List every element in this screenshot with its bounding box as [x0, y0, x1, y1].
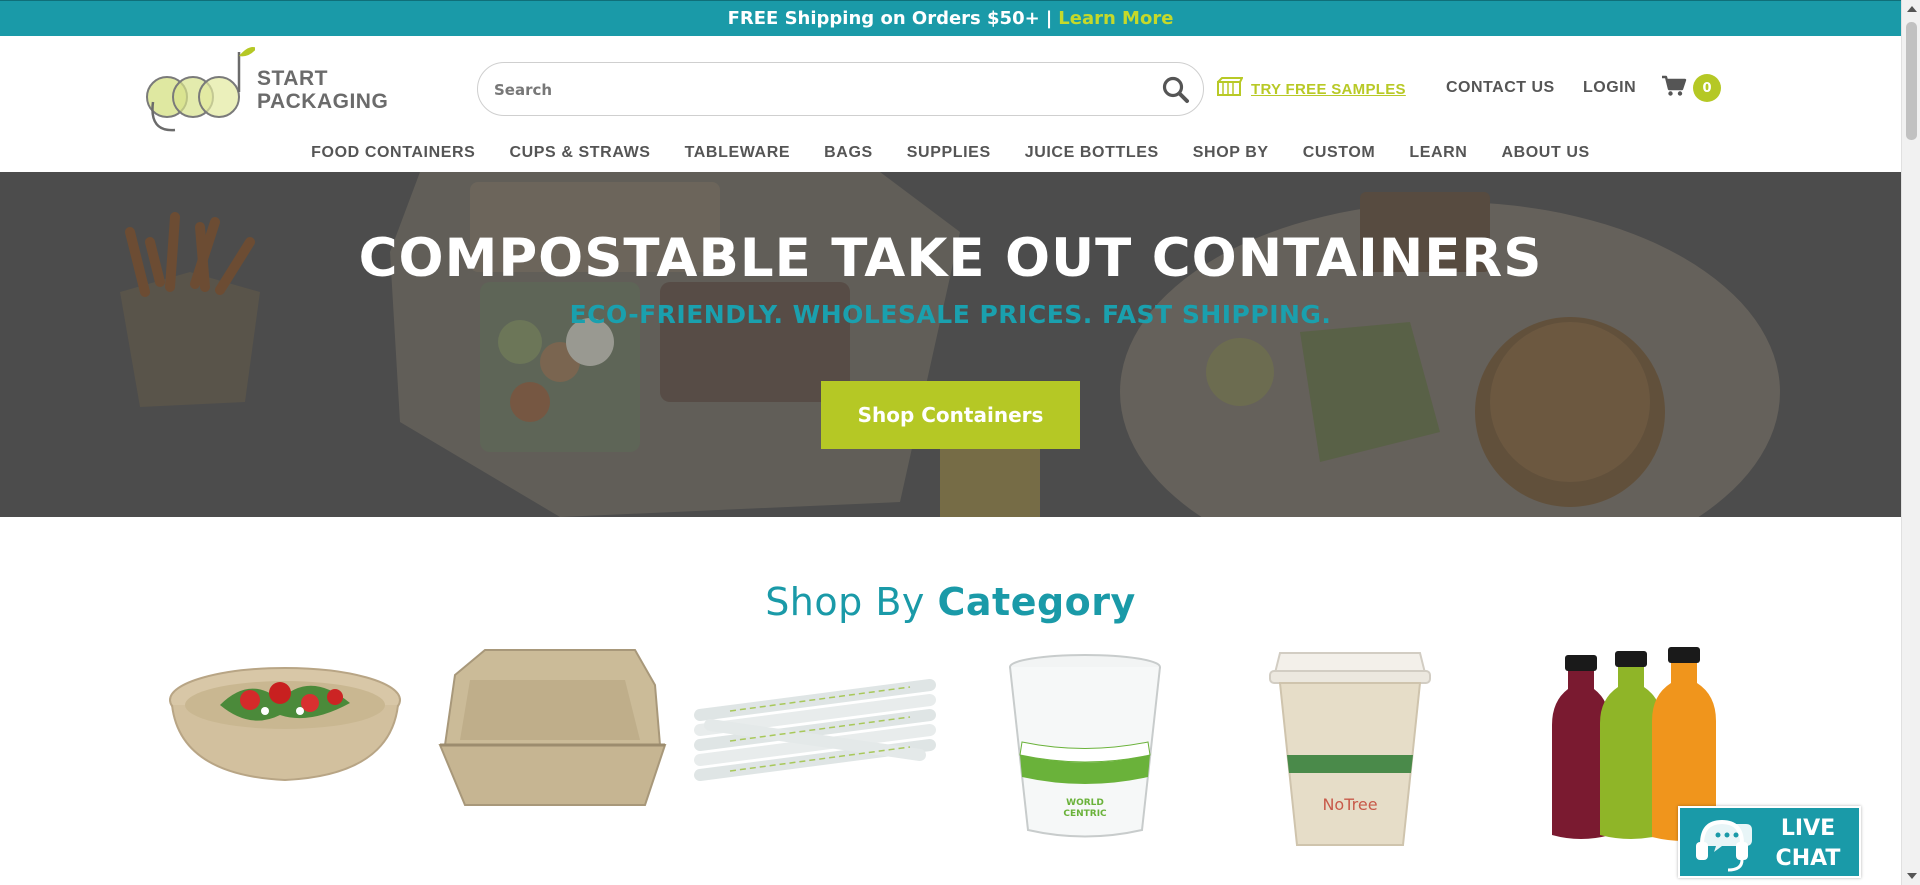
logo-line-start: START [257, 67, 328, 90]
nav-item-food-containers[interactable]: FOOD CONTAINERS [294, 144, 492, 172]
nav-item-tableware[interactable]: TABLEWARE [668, 144, 808, 172]
nav-item-juice-bottles[interactable]: JUICE BOTTLES [1008, 144, 1176, 172]
nav-item-cups-straws[interactable]: CUPS & STRAWS [492, 144, 667, 172]
hero-subtitle: ECO-FRIENDLY. WHOLESALE PRICES. FAST SHI… [569, 300, 1332, 329]
logo-text: START PACKAGING [257, 67, 388, 113]
nav-item-custom[interactable]: CUSTOM [1286, 144, 1393, 172]
shop-containers-button[interactable]: Shop Containers [821, 381, 1080, 449]
category-section-title: Shop By Category [0, 580, 1901, 624]
hero-food-photo [0, 172, 1901, 517]
scroll-up-arrow-icon[interactable] [1907, 6, 1917, 12]
category-item-bowls[interactable] [160, 645, 410, 885]
promo-text: FREE Shipping on Orders $50+ [727, 8, 1040, 29]
clamshell-container-icon [438, 649, 667, 806]
nav-item-learn[interactable]: LEARN [1392, 144, 1484, 172]
live-chat-line1: LIVE [1780, 816, 1836, 841]
cart-button[interactable]: 0 [1661, 74, 1721, 102]
samples-box-icon [1217, 77, 1244, 101]
learn-more-link[interactable]: Learn More [1058, 8, 1173, 29]
logo-circles-icon [146, 47, 257, 132]
good-start-packaging-logo[interactable]: START PACKAGING [145, 42, 405, 140]
cart-icon [1661, 75, 1687, 101]
hero-banner: COMPOSTABLE TAKE OUT CONTAINERS ECO-FRIE… [0, 172, 1901, 517]
wrapped-straws-icon [694, 679, 936, 781]
promo-separator: | [1045, 8, 1053, 29]
category-title-bold: Category [937, 580, 1136, 624]
svg-text:WORLD: WORLD [1066, 798, 1104, 808]
svg-text:CENTRIC: CENTRIC [1063, 809, 1107, 819]
try-free-samples-link[interactable]: TRY FREE SAMPLES [1217, 77, 1406, 101]
site-header: START PACKAGING TRY FREE SAMPLES CONTACT… [0, 36, 1901, 172]
live-chat-button[interactable]: LIVE CHAT [1678, 806, 1861, 878]
scroll-down-arrow-icon[interactable] [1907, 873, 1917, 879]
nav-item-supplies[interactable]: SUPPLIES [890, 144, 1008, 172]
nav-item-bags[interactable]: BAGS [807, 144, 890, 172]
category-item-straws[interactable] [690, 645, 940, 885]
category-title-light: Shop By [765, 580, 925, 624]
login-link[interactable]: LOGIN [1583, 79, 1636, 97]
category-item-cold-cups[interactable]: WORLD CENTRIC [960, 645, 1210, 885]
main-nav: FOOD CONTAINERS CUPS & STRAWS TABLEWARE … [0, 144, 1901, 172]
hot-cup-icon: NoTree [1269, 652, 1431, 846]
headset-chat-icon [1688, 814, 1754, 878]
search-icon[interactable] [1161, 75, 1191, 105]
scroll-thumb[interactable] [1906, 22, 1917, 140]
promo-bar: FREE Shipping on Orders $50+ | Learn Mor… [0, 0, 1901, 36]
hero-title: COMPOSTABLE TAKE OUT CONTAINERS [358, 228, 1543, 289]
live-chat-label: LIVE CHAT [1758, 814, 1858, 874]
clear-cup-icon: WORLD CENTRIC [1009, 654, 1161, 838]
cart-count-badge: 0 [1693, 74, 1721, 102]
category-grid: WORLD CENTRIC NoTree [150, 645, 1730, 885]
search-input[interactable] [494, 75, 1114, 105]
salad-bowl-icon [169, 667, 401, 782]
nav-item-shop-by[interactable]: SHOP BY [1176, 144, 1286, 172]
category-item-clamshells[interactable] [425, 645, 675, 885]
nav-item-about-us[interactable]: ABOUT US [1484, 144, 1606, 172]
page-scrollbar[interactable] [1901, 0, 1920, 885]
category-item-hot-cups[interactable]: NoTree [1225, 645, 1475, 885]
svg-text:NoTree: NoTree [1322, 795, 1377, 814]
live-chat-line2: CHAT [1775, 846, 1841, 871]
logo-line-packaging: PACKAGING [257, 90, 389, 113]
search-bar [477, 62, 1204, 116]
contact-us-link[interactable]: CONTACT US [1446, 79, 1555, 97]
samples-label: TRY FREE SAMPLES [1251, 80, 1406, 98]
